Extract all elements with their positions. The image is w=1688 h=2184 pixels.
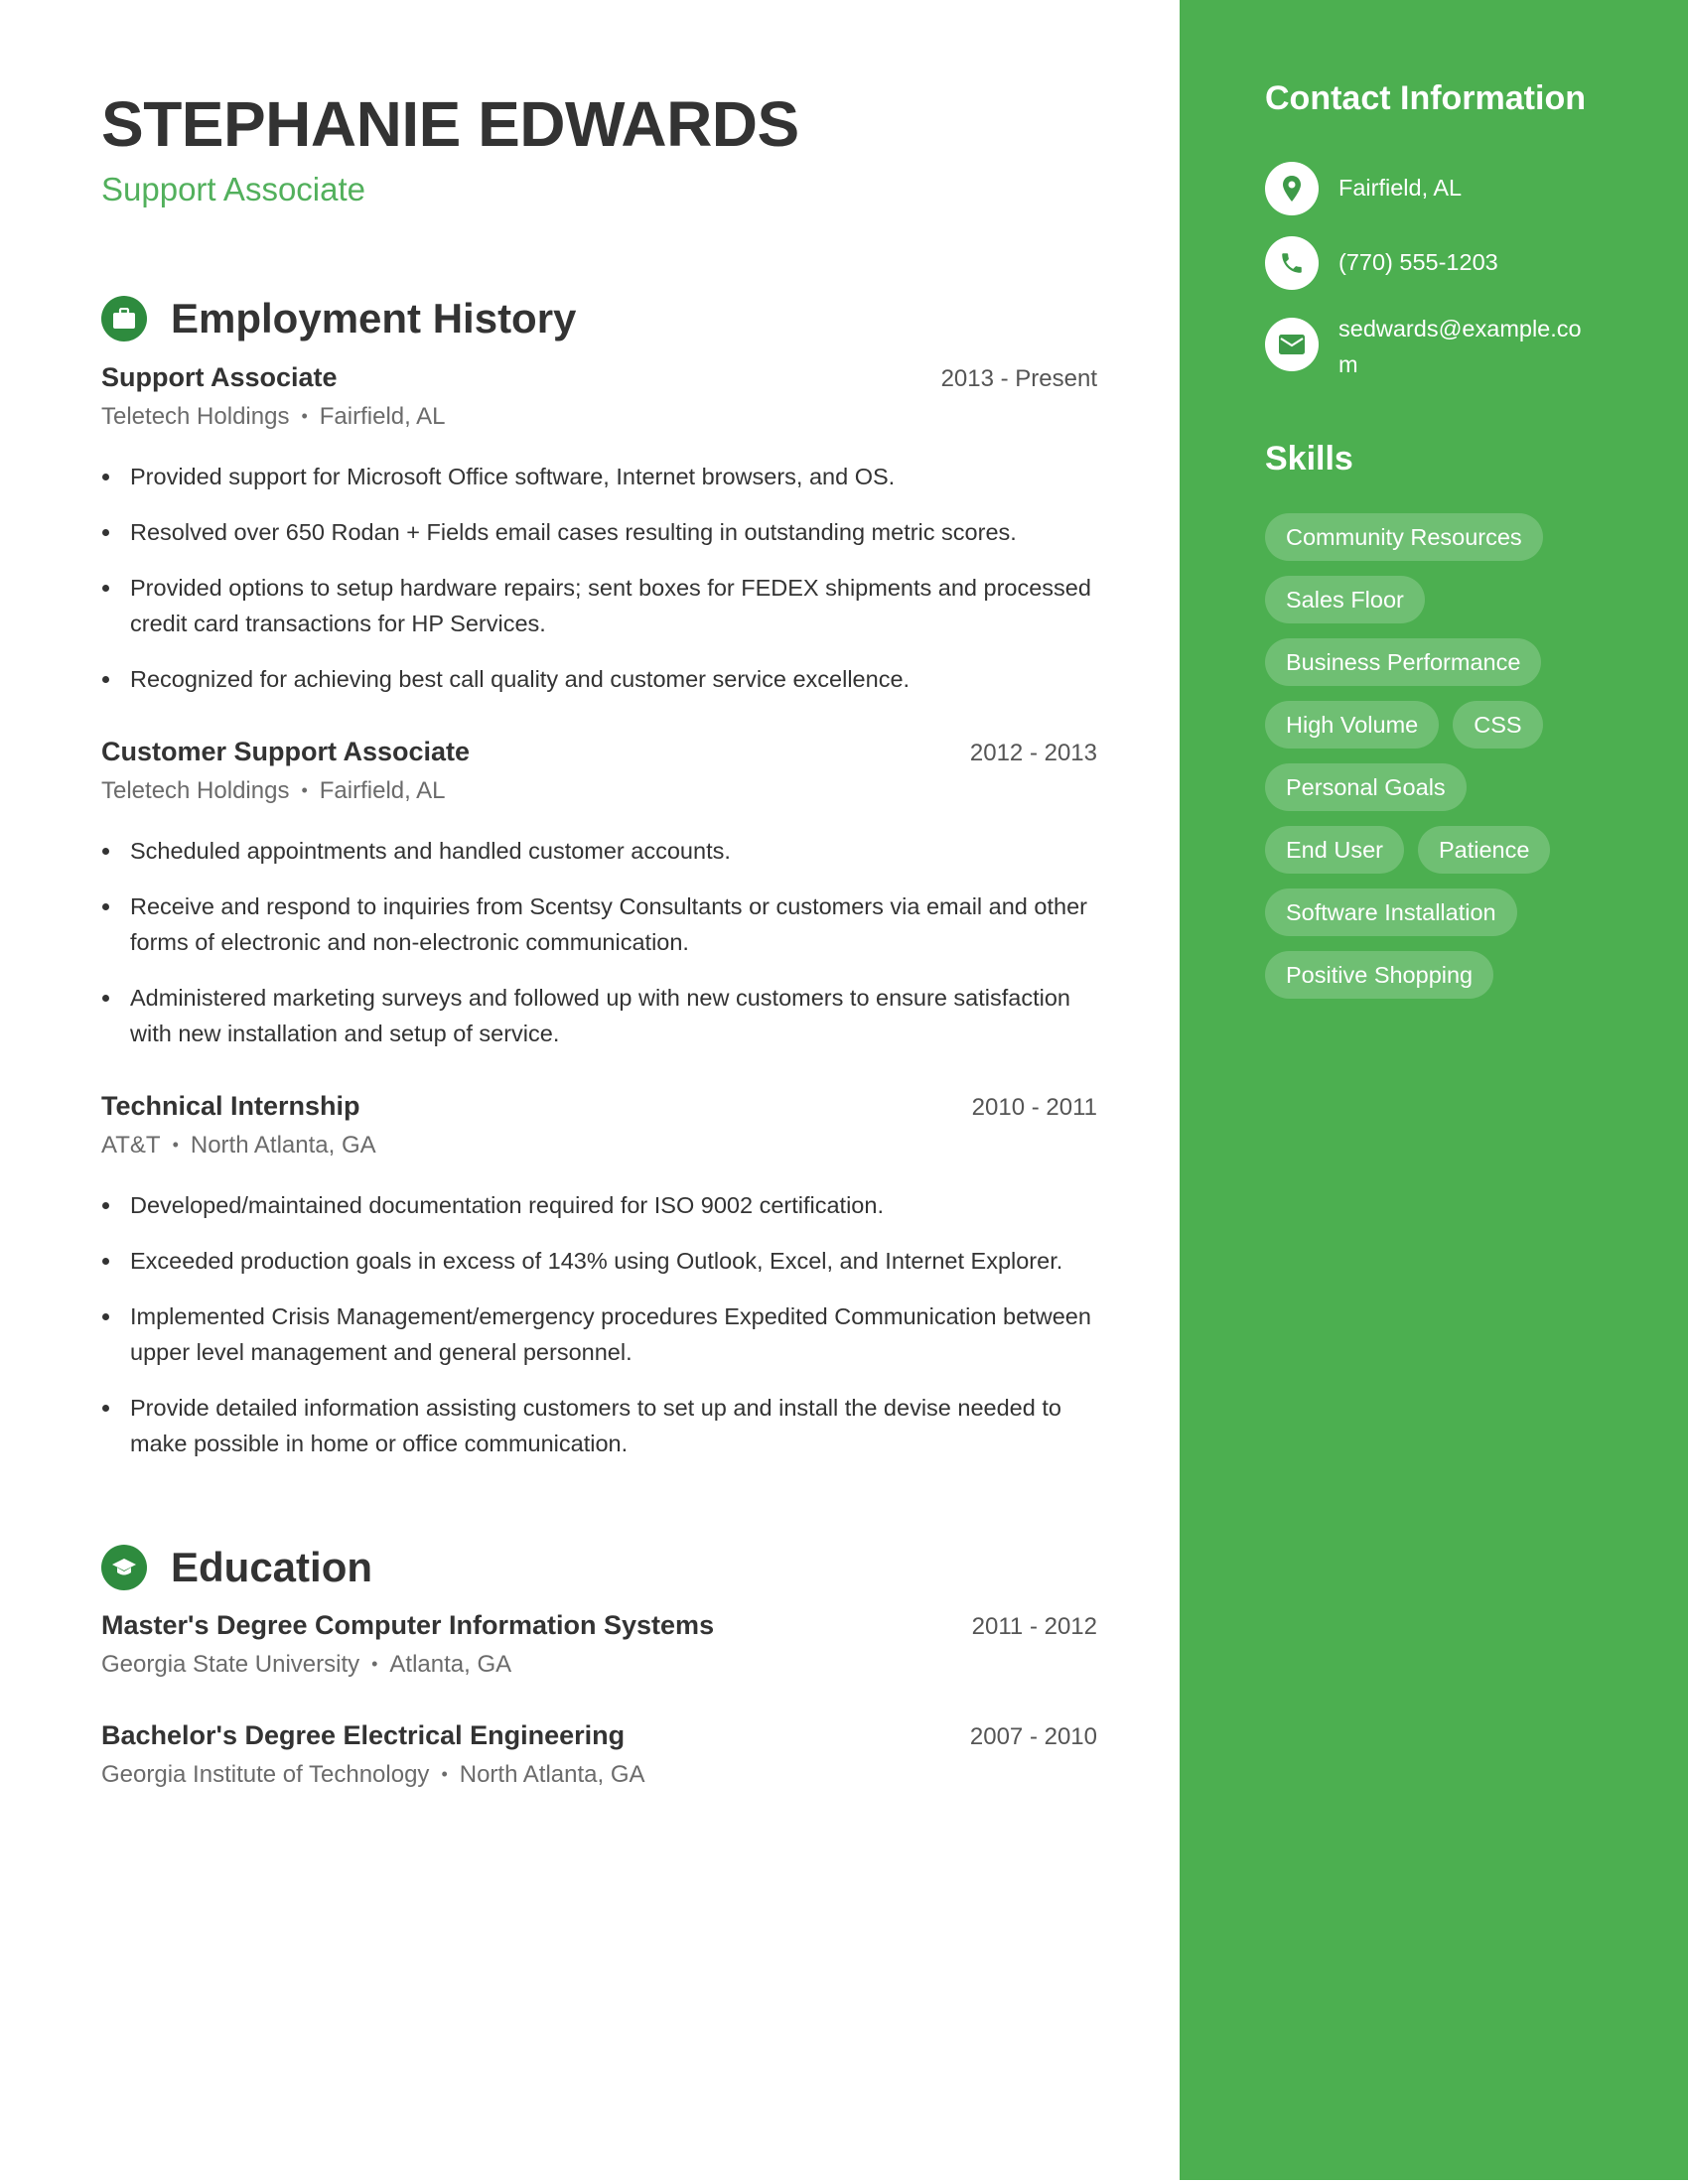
skill-tag: Sales Floor bbox=[1265, 576, 1425, 623]
contact-location: Fairfield, AL bbox=[1265, 162, 1587, 215]
bullet-item: Receive and respond to inquiries from Sc… bbox=[101, 888, 1097, 960]
candidate-name: STEPHANIE EDWARDS bbox=[101, 88, 799, 160]
school: Georgia State University bbox=[101, 1651, 360, 1678]
employment-section-header: Employment History bbox=[101, 295, 576, 342]
school: Georgia Institute of Technology bbox=[101, 1761, 430, 1788]
skill-tag: Business Performance bbox=[1265, 638, 1542, 686]
education-dates: 2011 - 2012 bbox=[971, 1613, 1097, 1640]
skills-list: Community Resources Sales Floor Business… bbox=[1265, 513, 1593, 1014]
contact-email: sedwards@example.com bbox=[1265, 316, 1587, 382]
bullet-item: Exceeded production goals in excess of 1… bbox=[101, 1243, 1097, 1279]
company: Teletech Holdings bbox=[101, 403, 290, 430]
skill-tag: End User bbox=[1265, 826, 1404, 874]
location: North Atlanta, GA bbox=[459, 1761, 645, 1788]
bullet-item: Provide detailed information assisting c… bbox=[101, 1390, 1097, 1461]
company: Teletech Holdings bbox=[101, 777, 290, 804]
job-title: Support Associate bbox=[101, 362, 338, 392]
location: Fairfield, AL bbox=[319, 403, 446, 430]
job-dates: 2013 - Present bbox=[940, 365, 1097, 392]
contact-phone-text: (770) 555-1203 bbox=[1338, 249, 1498, 275]
location-pin-icon bbox=[1265, 162, 1319, 215]
skill-tag: CSS bbox=[1453, 701, 1543, 749]
bullet-item: Implemented Crisis Management/emergency … bbox=[101, 1298, 1097, 1370]
contact-location-text: Fairfield, AL bbox=[1338, 175, 1463, 201]
bullet-item: Provided options to setup hardware repai… bbox=[101, 570, 1097, 641]
skills-heading: Skills bbox=[1265, 440, 1353, 478]
phone-icon bbox=[1265, 236, 1319, 290]
location: Atlanta, GA bbox=[389, 1651, 512, 1678]
job-title: Technical Internship bbox=[101, 1091, 360, 1121]
briefcase-icon bbox=[101, 296, 147, 341]
skill-tag: Positive Shopping bbox=[1265, 951, 1494, 999]
contact-email-text[interactable]: sedwards@example.com bbox=[1338, 311, 1587, 382]
sidebar: Contact Information Fairfield, AL (770) … bbox=[1180, 0, 1688, 2180]
skill-tag: Personal Goals bbox=[1265, 763, 1467, 811]
degree: Master's Degree Computer Information Sys… bbox=[101, 1610, 715, 1640]
graduation-cap-icon bbox=[101, 1545, 147, 1590]
separator: • bbox=[172, 1135, 179, 1155]
company: AT&T bbox=[101, 1132, 161, 1159]
bullet-item: Resolved over 650 Rodan + Fields email c… bbox=[101, 514, 1097, 550]
job-title: Support Associate bbox=[101, 171, 365, 207]
job-bullets: Scheduled appointments and handled custo… bbox=[101, 833, 1097, 1051]
employment-heading: Employment History bbox=[171, 295, 577, 341]
skill-tag: High Volume bbox=[1265, 701, 1440, 749]
job-entry: Support Associate 2013 - Present Teletec… bbox=[101, 362, 1097, 717]
location: Fairfield, AL bbox=[319, 777, 446, 804]
bullet-item: Provided support for Microsoft Office so… bbox=[101, 459, 1097, 494]
job-entry: Technical Internship 2010 - 2011 AT&T • No… bbox=[101, 1091, 1097, 1481]
job-title: Customer Support Associate bbox=[101, 737, 471, 766]
education-entry: Master's Degree Computer Information Sys… bbox=[101, 1610, 1097, 1679]
degree: Bachelor's Degree Electrical Engineering bbox=[101, 1720, 626, 1750]
separator: • bbox=[301, 780, 308, 800]
bullet-item: Administered marketing surveys and follo… bbox=[101, 980, 1097, 1051]
job-dates: 2010 - 2011 bbox=[971, 1094, 1097, 1121]
location: North Atlanta, GA bbox=[190, 1132, 376, 1159]
education-heading: Education bbox=[171, 1544, 373, 1590]
contact-phone: (770) 555-1203 bbox=[1265, 236, 1587, 290]
bullet-item: Recognized for achieving best call quali… bbox=[101, 661, 1097, 697]
bullet-item: Scheduled appointments and handled custo… bbox=[101, 833, 1097, 869]
skill-tag: Community Resources bbox=[1265, 513, 1543, 561]
skill-tag: Patience bbox=[1417, 826, 1551, 874]
bullet-item: Developed/maintained documentation requi… bbox=[101, 1187, 1097, 1223]
job-dates: 2012 - 2013 bbox=[969, 740, 1097, 766]
separator: • bbox=[301, 406, 308, 426]
education-dates: 2007 - 2010 bbox=[969, 1723, 1097, 1750]
job-entry: Customer Support Associate 2012 - 2013 T… bbox=[101, 737, 1097, 1071]
education-section-header: Education bbox=[101, 1544, 372, 1591]
email-icon bbox=[1265, 318, 1319, 371]
job-bullets: Developed/maintained documentation requi… bbox=[101, 1187, 1097, 1461]
education-entry: Bachelor's Degree Electrical Engineering… bbox=[101, 1720, 1097, 1789]
contact-heading: Contact Information bbox=[1265, 79, 1586, 117]
separator: • bbox=[371, 1654, 378, 1674]
skill-tag: Software Installation bbox=[1265, 888, 1517, 936]
separator: • bbox=[441, 1764, 448, 1784]
job-bullets: Provided support for Microsoft Office so… bbox=[101, 459, 1097, 697]
